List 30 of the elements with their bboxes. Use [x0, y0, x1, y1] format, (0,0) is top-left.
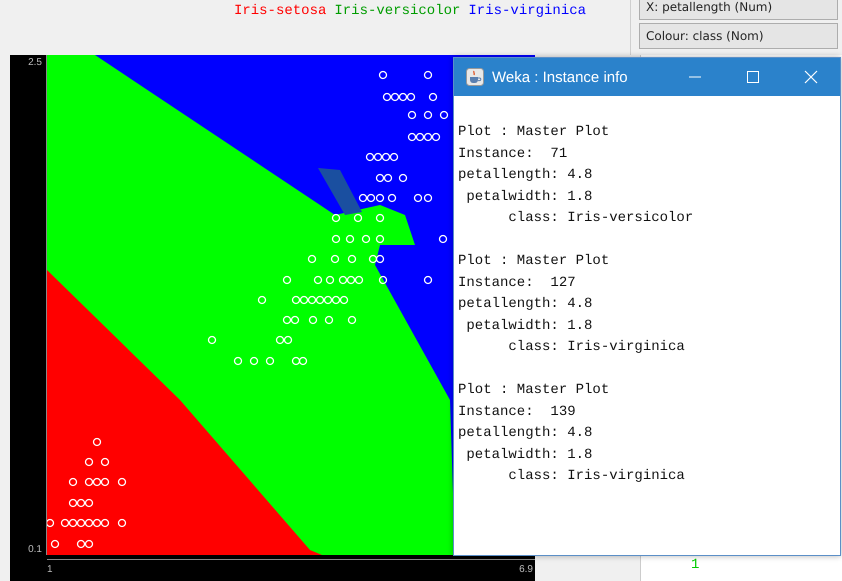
info-line: petallength: 4.8	[458, 424, 592, 444]
info-line: Instance: 71	[458, 144, 568, 164]
axis-label: 1	[47, 564, 53, 575]
info-line: petallength: 4.8	[458, 295, 592, 314]
window-title: Weka : Instance info	[492, 68, 629, 86]
axis-label: 2.5	[28, 57, 42, 68]
info-line: Plot : Master Plot	[458, 123, 610, 142]
legend-label: Iris-setosa	[234, 3, 326, 21]
coffee-cup-icon	[466, 68, 484, 86]
minimize-icon	[688, 76, 702, 78]
info-line: class: Iris-virginica	[507, 467, 685, 486]
axis-label: 6.9	[519, 564, 533, 575]
maximize-icon	[746, 70, 760, 84]
info-line: class: Iris-virginica	[507, 338, 685, 358]
info-line: petallength: 4.8	[458, 166, 592, 186]
info-line: Plot : Master Plot	[458, 380, 610, 400]
info-line: Plot : Master Plot	[458, 252, 610, 271]
legend-label: Iris-versicolor	[334, 3, 460, 21]
attribute-selector[interactable]: X: petallength (Num)	[639, 0, 838, 20]
info-line: petalwidth: 1.8	[465, 188, 592, 207]
info-line: class: Iris-versicolor	[507, 209, 694, 228]
info-line: petalwidth: 1.8	[465, 446, 592, 465]
info-line: Instance: 127	[458, 274, 576, 293]
legend-label: Iris-virginica	[468, 3, 586, 21]
side-value: 1	[691, 557, 700, 573]
axis-label: 0.1	[28, 544, 42, 555]
attribute-selector[interactable]: Colour: class (Nom)	[639, 23, 838, 49]
close-icon	[804, 70, 818, 84]
info-line: petalwidth: 1.8	[465, 316, 592, 336]
info-line: Instance: 139	[458, 402, 576, 422]
